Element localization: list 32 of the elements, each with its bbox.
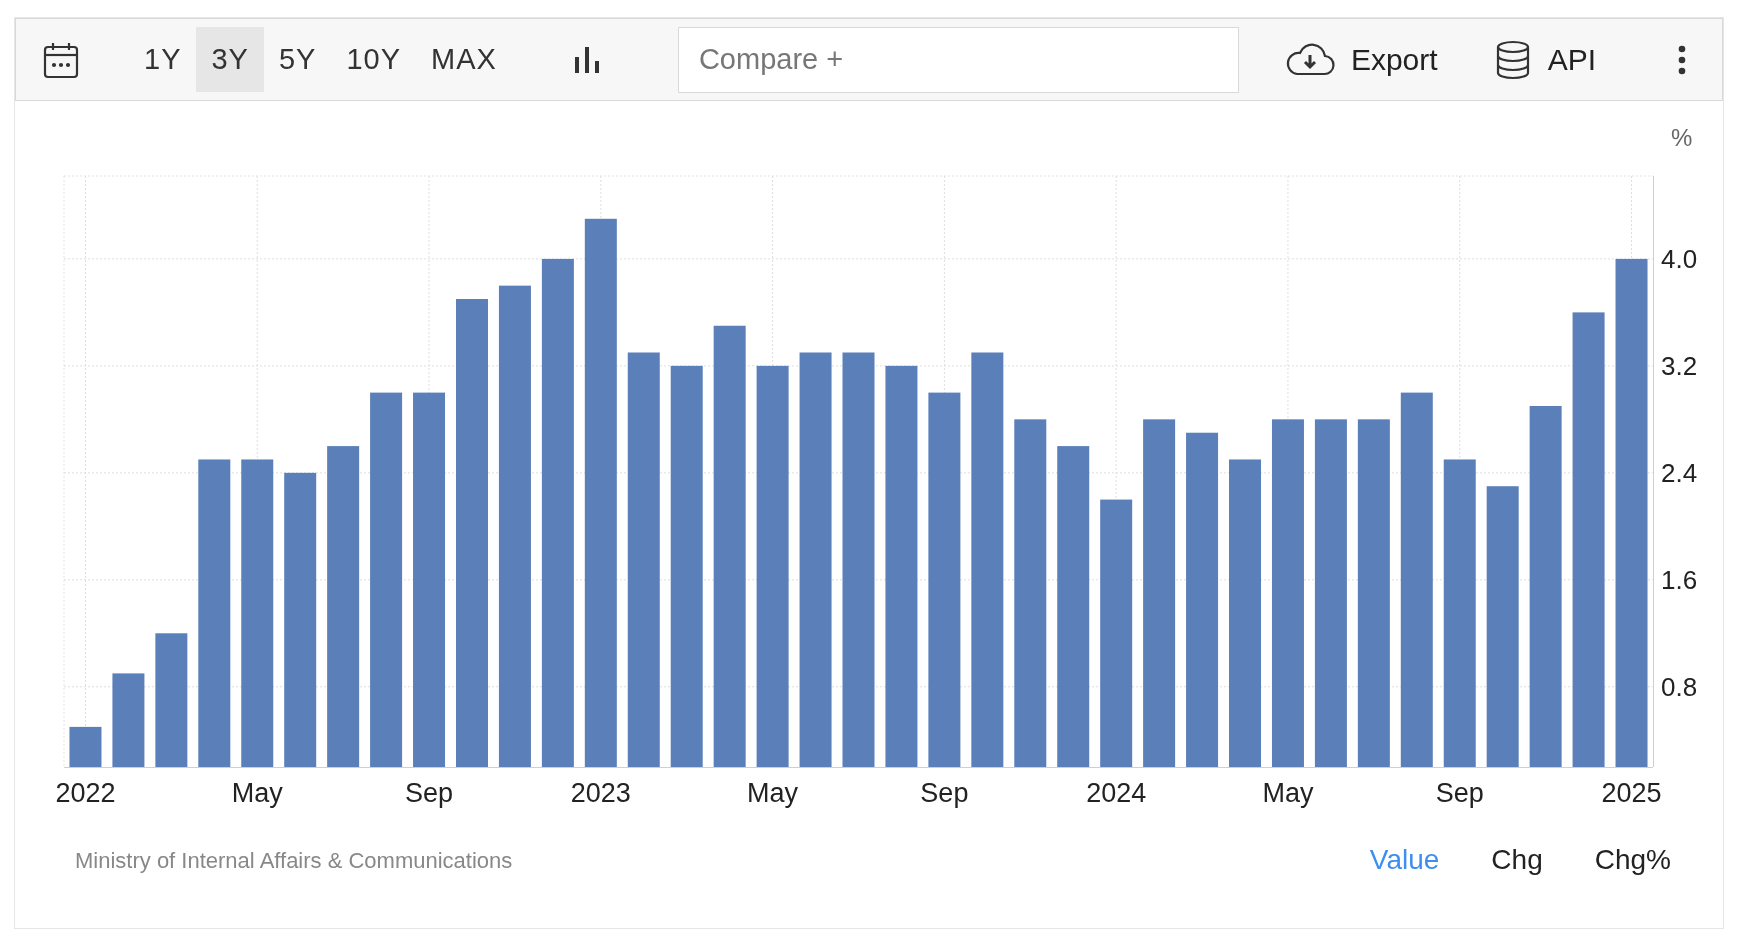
- range-button[interactable]: MAX: [416, 27, 512, 92]
- range-button[interactable]: 3Y: [196, 27, 264, 92]
- more-options-icon[interactable]: [1678, 44, 1686, 75]
- x-axis-label: 2025: [1601, 778, 1662, 808]
- x-axis-label: Sep: [405, 778, 454, 808]
- view-tab[interactable]: Chg%: [1594, 839, 1671, 881]
- y-axis-label: 4.0: [1661, 243, 1698, 274]
- x-axis-label: 2024: [1086, 778, 1147, 808]
- range-button[interactable]: 1Y: [129, 27, 197, 92]
- range-button[interactable]: 5Y: [263, 27, 332, 92]
- x-axis-label: May: [1262, 778, 1314, 808]
- x-axis-label: May: [747, 778, 799, 808]
- y-axis-label: 2.4: [1661, 457, 1698, 488]
- unit-label: %: [1671, 124, 1693, 151]
- database-icon: [1495, 39, 1530, 80]
- view-tab[interactable]: Chg: [1491, 839, 1543, 881]
- y-axis-label: 0.8: [1661, 671, 1698, 702]
- x-axis-label: May: [231, 778, 283, 808]
- x-axis-label: 2022: [55, 778, 116, 808]
- range-button[interactable]: 10Y: [331, 27, 417, 92]
- x-axis-label: 2023: [570, 778, 631, 808]
- bar: [69, 726, 102, 767]
- y-axis-label: 1.6: [1661, 564, 1698, 595]
- x-axis-label: Sep: [1435, 778, 1484, 808]
- y-axis-label: 3.2: [1661, 350, 1698, 381]
- compare-field[interactable]: Compare +: [677, 26, 1239, 93]
- x-axis-label: Sep: [920, 778, 969, 808]
- cloud-download-icon: [1284, 42, 1335, 77]
- source-text: Ministry of Internal Affairs & Communications: [75, 846, 513, 875]
- api-button[interactable]: API: [1495, 37, 1596, 82]
- calendar-icon[interactable]: [43, 40, 79, 79]
- export-button[interactable]: Export: [1284, 37, 1438, 82]
